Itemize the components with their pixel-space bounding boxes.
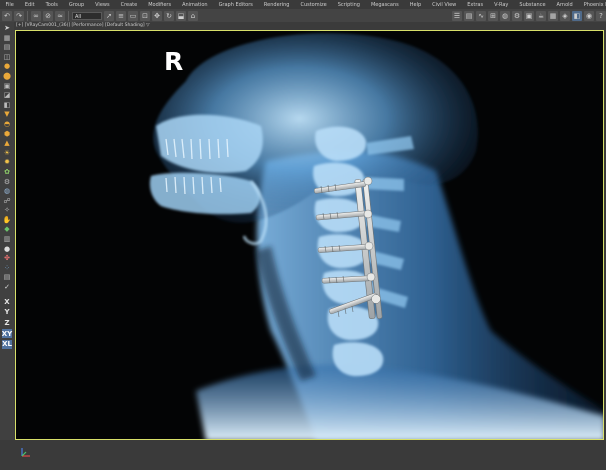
vray-render-icon[interactable]: ◈ — [560, 10, 570, 21]
menu-item-scripting[interactable]: Scripting — [332, 2, 365, 8]
gear-icon[interactable]: ⚙ — [2, 178, 12, 186]
stack-icon[interactable]: ◪ — [2, 91, 12, 99]
grid-icon[interactable]: ▦ — [2, 34, 12, 42]
viewport[interactable]: R — [15, 30, 604, 440]
menu-item-tools[interactable]: Tools — [40, 2, 63, 8]
toggle-ribbon-icon[interactable]: ▤ — [464, 10, 474, 21]
menu-item-substance[interactable]: Substance — [514, 2, 551, 8]
left-toolbar: ➤ ▦ ▤ ◫ ● ⬤ ▣ ◪ ◧ ▼ ◓ ⬢ ▲ ☀ ✹ ✿ ⚙ ◍ ☍ ✧ … — [0, 22, 14, 470]
main-toolbar: ↶ ↷ ∞ ⊘ ≈ All ➚ ≡ ▭ ⊡ ✥ ↻ ⬓ ⌂ ☰ ▤ ∿ ⊞ ◍ … — [0, 9, 606, 22]
menu-item-customize[interactable]: Customize — [295, 2, 332, 8]
undo-icon[interactable]: ↶ — [2, 10, 12, 21]
menu-item-extras[interactable]: Extras — [462, 2, 489, 8]
xray-side-marker: R — [164, 47, 184, 76]
menu-item-edit[interactable]: Edit — [19, 2, 40, 8]
menu-item-create[interactable]: Create — [115, 2, 143, 8]
selection-filter-dropdown[interactable]: All — [72, 11, 102, 20]
toolbar-separator — [68, 10, 69, 21]
menu-item-views[interactable]: Views — [90, 2, 115, 8]
select-icon[interactable]: ➚ — [104, 10, 114, 21]
unlink-icon[interactable]: ⊘ — [43, 10, 53, 21]
menu-item-file[interactable]: File — [0, 2, 19, 8]
teapot-icon[interactable]: ◧ — [2, 101, 12, 109]
check-icon[interactable]: ✓ — [2, 283, 12, 291]
axis-xl-button[interactable]: XL — [2, 339, 12, 349]
layer-explorer-icon[interactable]: ☰ — [452, 10, 462, 21]
axis-x-button[interactable]: X — [2, 297, 12, 306]
chart-icon[interactable]: ▤ — [2, 273, 12, 281]
cube-icon[interactable]: ▣ — [2, 82, 12, 90]
viewport-filter-icon[interactable]: ▽ — [146, 23, 149, 28]
render-icon[interactable]: ☕ — [536, 10, 546, 21]
shape-icon[interactable]: ✧ — [2, 206, 12, 214]
axis-xy-button[interactable]: XY — [2, 329, 12, 338]
place-icon[interactable]: ⌂ — [188, 10, 198, 21]
menu-item-graph-editors[interactable]: Graph Editors — [213, 2, 258, 8]
material-icon[interactable]: ◆ — [2, 225, 12, 233]
viewport-settings-icon[interactable]: ◉ — [584, 10, 594, 21]
menu-item-animation[interactable]: Animation — [177, 2, 214, 8]
dots-icon[interactable]: ⁘ — [2, 264, 12, 272]
sun-icon[interactable]: ✹ — [2, 158, 12, 166]
box-icon[interactable]: ◫ — [2, 53, 12, 61]
tree-icon[interactable]: ✿ — [2, 168, 12, 176]
axis-z-button[interactable]: Z — [2, 318, 12, 327]
torus-icon[interactable]: ◓ — [2, 120, 12, 128]
window-crossing-icon[interactable]: ⊡ — [140, 10, 150, 21]
cone-icon[interactable]: ▲ — [2, 139, 12, 147]
menu-item-megascans[interactable]: Megascans — [365, 2, 404, 8]
render-setup-icon[interactable]: ⚙ — [512, 10, 522, 21]
menu-item-modifiers[interactable]: Modifiers — [143, 2, 177, 8]
bind-spacewarp-icon[interactable]: ≈ — [55, 10, 65, 21]
redo-icon[interactable]: ↷ — [14, 10, 24, 21]
xray-image — [16, 31, 603, 439]
help-icon[interactable]: ? — [596, 10, 606, 21]
curve-editor-icon[interactable]: ∿ — [476, 10, 486, 21]
active-shade-icon[interactable]: ◧ — [572, 10, 582, 21]
hand-icon[interactable]: ✋ — [2, 216, 12, 224]
axis-y-button[interactable]: Y — [2, 308, 12, 317]
menu-item-civil-view[interactable]: Civil View — [427, 2, 462, 8]
move-icon[interactable]: ✥ — [152, 10, 162, 21]
dome-icon[interactable]: ▼ — [2, 110, 12, 118]
sphere-icon[interactable]: ● — [2, 62, 12, 70]
ball-icon[interactable]: ● — [2, 245, 12, 253]
axis-gizmo-icon — [21, 448, 30, 457]
hedra-icon[interactable]: ⬢ — [2, 130, 12, 138]
cylinder-icon[interactable]: ⬤ — [2, 72, 12, 80]
menu-bar: File Edit Tools Group Views Create Modifiers An… — [0, 0, 606, 9]
menu-item-rendering[interactable]: Rendering — [258, 2, 295, 8]
menu-item-v-ray[interactable]: V-Ray — [489, 2, 514, 8]
material-editor-icon[interactable]: ◍ — [500, 10, 510, 21]
vray-frame-buffer-icon[interactable]: ▦ — [548, 10, 558, 21]
rect-region-icon[interactable]: ▭ — [128, 10, 138, 21]
globe-icon[interactable]: ◍ — [2, 187, 12, 195]
schematic-icon[interactable]: ⊞ — [488, 10, 498, 21]
rotate-icon[interactable]: ↻ — [164, 10, 174, 21]
divider — [2, 293, 12, 296]
link-icon[interactable]: ∞ — [31, 10, 41, 21]
light-icon[interactable]: ☀ — [2, 149, 12, 157]
scale-icon[interactable]: ⬓ — [176, 10, 186, 21]
pointer-icon[interactable]: ➤ — [2, 24, 12, 32]
menu-item-help[interactable]: Help — [404, 2, 426, 8]
palette-icon[interactable]: ✤ — [2, 254, 12, 262]
status-bar — [0, 440, 606, 470]
layers-icon[interactable]: ▤ — [2, 43, 12, 51]
slate-icon[interactable]: ▥ — [2, 235, 12, 243]
toolbar-separator — [27, 10, 28, 21]
menu-item-group[interactable]: Group — [63, 2, 89, 8]
menu-item-arnold[interactable]: Arnold — [551, 2, 578, 8]
render-frame-icon[interactable]: ▣ — [524, 10, 534, 21]
viewport-label-text: [+] [VRayCam001_(36)] [Performance] [Def… — [16, 23, 145, 28]
hierarchy-icon[interactable]: ☍ — [2, 197, 12, 205]
select-by-name-icon[interactable]: ≡ — [116, 10, 126, 21]
viewport-label[interactable]: [+] [VRayCam001_(36)] [Performance] [Def… — [16, 23, 150, 28]
menu-item-phoenix-fd[interactable]: Phoenix FD — [578, 2, 606, 8]
